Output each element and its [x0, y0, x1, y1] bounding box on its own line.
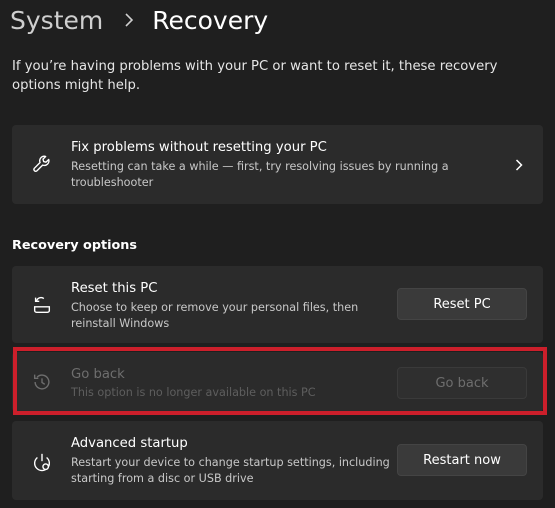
- wrench-icon: [30, 152, 54, 176]
- chevron-right-icon: [117, 8, 141, 32]
- reset-pc-icon: [30, 293, 54, 317]
- fix-problems-desc: Resetting can take a while — first, try …: [71, 160, 449, 189]
- go-back-button: Go back: [397, 367, 527, 399]
- option-title: Reset this PC: [71, 281, 158, 296]
- fix-problems-card[interactable]: Fix problems without resetting your PC R…: [12, 125, 543, 204]
- chevron-right-icon: [513, 157, 525, 173]
- intro-text: If you’re having problems with your PC o…: [12, 59, 498, 93]
- go-back-card: Go back This option is no longer availab…: [12, 352, 543, 412]
- option-desc: Restart your device to change startup se…: [71, 456, 390, 485]
- option-desc: Choose to keep or remove your personal f…: [71, 301, 359, 330]
- history-icon: [30, 370, 54, 394]
- breadcrumb: System Recovery: [10, 2, 268, 38]
- fix-problems-title: Fix problems without resetting your PC: [71, 140, 327, 155]
- option-title: Advanced startup: [71, 436, 188, 451]
- page-title: Recovery: [152, 5, 269, 35]
- advanced-startup-card: Advanced startup Restart your device to …: [12, 421, 543, 500]
- section-label: Recovery options: [12, 238, 138, 253]
- advanced-startup-icon: [30, 451, 54, 475]
- recovery-settings-page: System Recovery If you’re having problem…: [0, 0, 555, 508]
- reset-pc-button[interactable]: Reset PC: [397, 288, 527, 320]
- option-title: Go back: [71, 367, 125, 382]
- reset-pc-card: Reset this PC Choose to keep or remove y…: [12, 266, 543, 343]
- breadcrumb-system[interactable]: System: [10, 6, 103, 35]
- restart-now-button[interactable]: Restart now: [397, 444, 527, 476]
- option-desc: This option is no longer available on th…: [71, 386, 316, 399]
